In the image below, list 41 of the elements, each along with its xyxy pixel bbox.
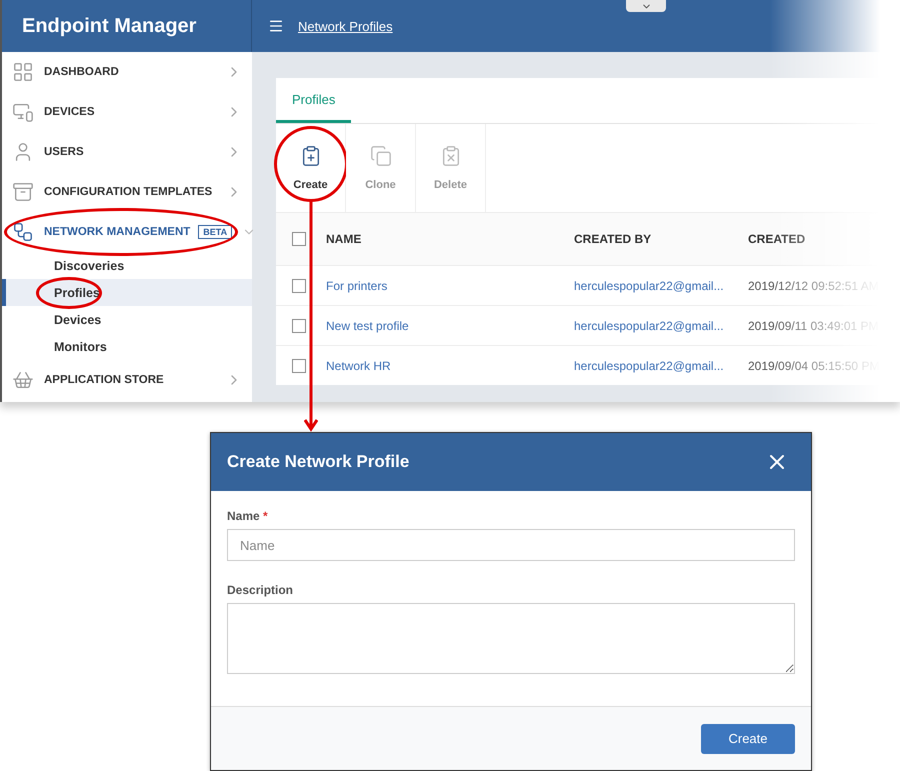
clone-icon	[370, 145, 392, 167]
app-title: Endpoint Manager	[2, 0, 252, 52]
checkbox[interactable]	[292, 358, 306, 372]
sidebar-item[interactable]: DASHBOARD	[2, 52, 252, 92]
grid-icon	[12, 61, 34, 83]
collapse-tab[interactable]	[626, 0, 666, 12]
sidebar-item[interactable]: NETWORK MANAGEMENT BETA	[2, 212, 252, 252]
dialog-title: Create Network Profile	[227, 452, 410, 472]
table-cell-text: herculespopular22@gmail...	[574, 318, 725, 332]
profile-link[interactable]: Network HR	[326, 358, 574, 372]
checkbox[interactable]	[292, 232, 306, 246]
name-input[interactable]: Name	[227, 529, 795, 561]
devices-icon	[12, 101, 34, 123]
checkbox[interactable]	[292, 318, 306, 332]
sidebar-subitem[interactable]: Devices	[2, 306, 252, 333]
templates-icon	[12, 181, 34, 203]
table-cell-text: herculespopular22@gmail...	[574, 358, 725, 372]
sidebar-item[interactable]: APPLICATION STORE	[2, 360, 252, 400]
profile-link[interactable]: For printers	[326, 278, 574, 292]
table-cell-text: herculespopular22@gmail...	[574, 278, 725, 292]
menu-icon[interactable]	[268, 18, 284, 34]
network-icon	[12, 221, 34, 243]
sidebar-subitem[interactable]: Profiles	[2, 279, 252, 306]
sidebar-subitem[interactable]: Discoveries	[2, 252, 252, 279]
beta-badge: BETA	[198, 225, 232, 239]
sidebar-subitem[interactable]: Monitors	[2, 333, 252, 360]
column-header: CREATED	[748, 232, 806, 246]
sidebar-item[interactable]: USERS	[2, 132, 252, 172]
column-header: NAME	[326, 232, 362, 246]
sidebar-item[interactable]: CONFIGURATION TEMPLATES	[2, 172, 252, 212]
create-button[interactable]: Create	[276, 124, 346, 212]
create-button[interactable]: Create	[701, 724, 795, 754]
store-icon	[12, 369, 34, 391]
sidebar-item[interactable]: DEVICES	[2, 92, 252, 132]
profile-link[interactable]: New test profile	[326, 318, 574, 332]
column-header: CREATED BY	[574, 232, 652, 246]
field-label: Name *	[227, 509, 269, 523]
checkbox[interactable]	[292, 278, 306, 292]
description-input[interactable]	[227, 603, 795, 674]
breadcrumb-link[interactable]: Network Profiles	[298, 18, 393, 34]
field-label: Description	[227, 583, 294, 597]
